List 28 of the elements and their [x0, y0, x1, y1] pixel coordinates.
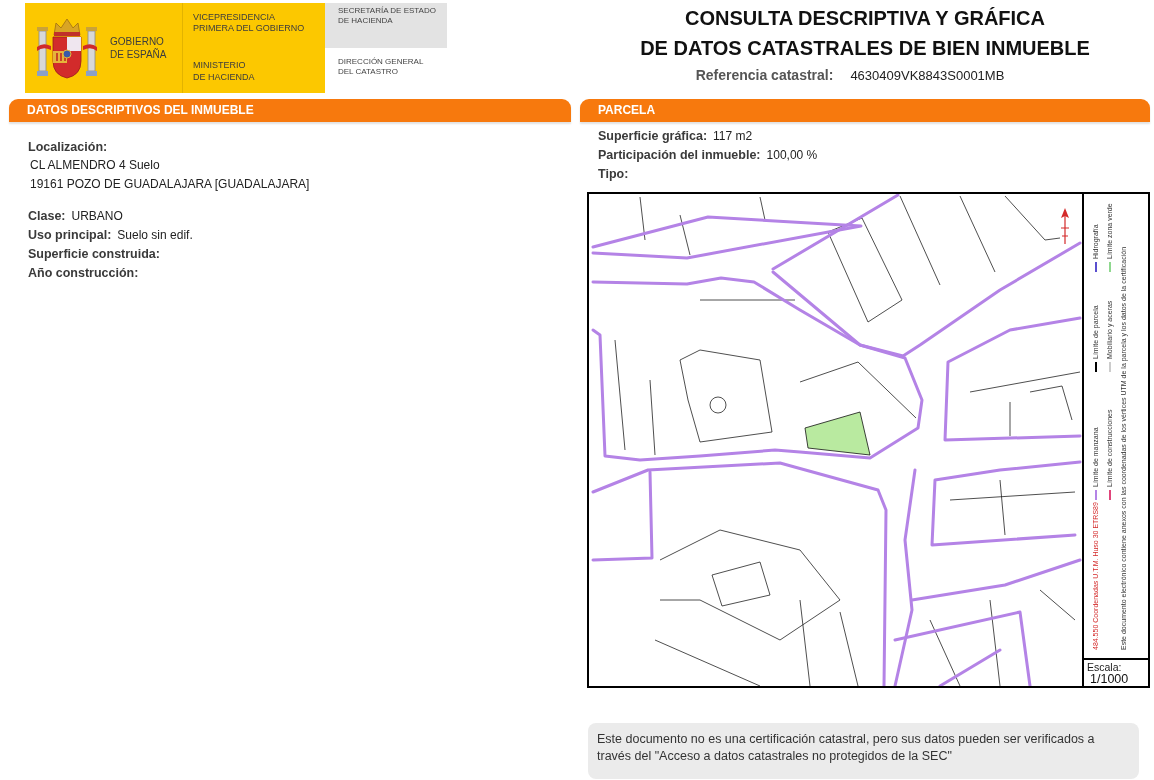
vice-presidency-name: VICEPRESIDENCIA PRIMERA DEL GOBIERNO	[193, 12, 305, 34]
address-line: 19161 POZO DE GUADALAJARA [GUADALAJARA]	[30, 176, 310, 193]
directorate-name: DIRECCIÓN GENERAL DEL CATASTRO	[338, 57, 424, 77]
location-label: Localización:	[28, 139, 108, 156]
ministry-name: MINISTERIO DE HACIENDA	[193, 59, 255, 83]
field-label: Uso principal:	[28, 227, 112, 244]
secretariat-name: SECRETARÍA DE ESTADO DE HACIENDA	[325, 3, 447, 48]
scale-label: Escala:	[1087, 662, 1122, 673]
field-label: Año construcción:	[28, 265, 139, 282]
field-value: URBANO	[71, 208, 123, 225]
section-title-bar: PARCELA	[580, 99, 1150, 122]
disclaimer-notice: Este documento no es una certificación catastral, pero sus datos pueden ser verificados a través del "Acceso a datos catastrales no protegidos de la SEC"	[588, 723, 1139, 779]
government-name: GOBIERNO DE ESPAÑA	[110, 35, 167, 61]
field-value: 100,00 %	[766, 147, 818, 164]
section-title-bar: DATOS DESCRIPTIVOS DEL INMUEBLE	[9, 99, 571, 122]
field-value: 117 m2	[713, 128, 753, 145]
document-title: CONSULTA DESCRIPTIVA Y GRÁFICA DE DATOS CATASTRALES DE BIEN INMUEBLE	[640, 6, 1090, 61]
field-label: Tipo:	[598, 166, 629, 183]
field-label: Participación del inmueble:	[598, 147, 761, 164]
reference-value: 4630409VK8843S0001MB	[850, 67, 1005, 85]
reference-label: Referencia catastral:	[695, 66, 834, 85]
field-label: Superficie gráfica:	[598, 128, 708, 145]
address-line: CL ALMENDRO 4 Suelo	[30, 157, 160, 174]
field-value: Suelo sin edif.	[117, 227, 193, 244]
scale-value: 1/1000	[1090, 673, 1129, 686]
north-arrow-icon	[1060, 208, 1070, 244]
field-label: Clase:	[28, 208, 66, 225]
field-label: Superficie construida:	[28, 246, 160, 263]
